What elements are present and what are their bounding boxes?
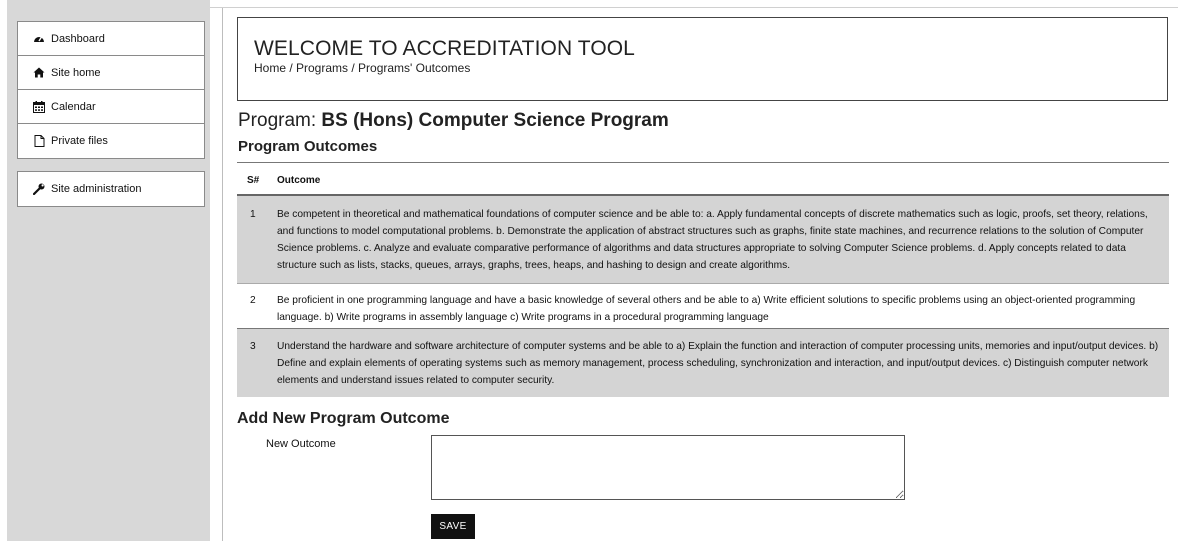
sidebar-item-label: Site home <box>51 66 101 79</box>
sidebar-item-label: Site administration <box>51 183 142 195</box>
program-title: Program: BS (Hons) Computer Science Prog… <box>238 110 669 132</box>
row-outcome-text: Understand the hardware and software arc… <box>277 341 1159 386</box>
row-number: 2 <box>250 295 256 306</box>
outcomes-table: S# Outcome 1 Be competent in theoretical… <box>237 167 1169 397</box>
row-number: 3 <box>250 341 256 352</box>
sidebar-item-private-files[interactable]: Private files <box>18 124 204 158</box>
table-row: 2 Be proficient in one programming langu… <box>237 283 1169 329</box>
new-outcome-input[interactable] <box>431 435 905 500</box>
home-icon <box>32 67 46 79</box>
table-row: 3 Understand the hardware and software a… <box>237 329 1169 397</box>
wrench-icon <box>32 183 46 195</box>
sidebar-item-calendar[interactable]: Calendar <box>18 90 204 124</box>
outcomes-heading: Program Outcomes <box>238 138 378 155</box>
sidebar-item-label: Calendar <box>51 100 96 113</box>
row-number: 1 <box>250 209 256 220</box>
new-outcome-label: New Outcome <box>266 438 336 450</box>
welcome-panel: WELCOME TO ACCREDITATION TOOL Home / Pro… <box>237 17 1168 101</box>
page-title: WELCOME TO ACCREDITATION TOOL <box>254 37 635 60</box>
row-outcome-text: Be proficient in one programming languag… <box>277 295 1136 323</box>
calendar-icon <box>32 100 46 113</box>
nav-menu: Dashboard Site home Calendar Private fil… <box>17 21 205 159</box>
program-name: BS (Hons) Computer Science Program <box>321 110 669 131</box>
save-button[interactable]: SAVE <box>431 514 475 539</box>
program-prefix: Program: <box>238 110 317 131</box>
table-header: S# Outcome <box>237 167 1169 196</box>
admin-menu: Site administration <box>17 171 205 207</box>
column-header-outcome: Outcome <box>277 175 321 186</box>
row-outcome-text: Be competent in theoretical and mathemat… <box>277 209 1148 271</box>
file-icon <box>32 135 46 147</box>
sidebar-item-label: Private files <box>51 135 108 147</box>
add-outcome-heading: Add New Program Outcome <box>237 410 450 427</box>
sidebar-item-label: Dashboard <box>51 32 105 45</box>
sidebar: Dashboard Site home Calendar Private fil… <box>7 0 210 541</box>
sidebar-item-site-administration[interactable]: Site administration <box>18 172 204 206</box>
breadcrumb: Home / Programs / Programs' Outcomes <box>254 61 471 75</box>
sidebar-item-dashboard[interactable]: Dashboard <box>18 22 204 56</box>
sidebar-item-site-home[interactable]: Site home <box>18 56 204 90</box>
table-row: 1 Be competent in theoretical and mathem… <box>237 196 1169 283</box>
column-header-number: S# <box>247 175 260 186</box>
dashboard-icon <box>32 33 46 45</box>
